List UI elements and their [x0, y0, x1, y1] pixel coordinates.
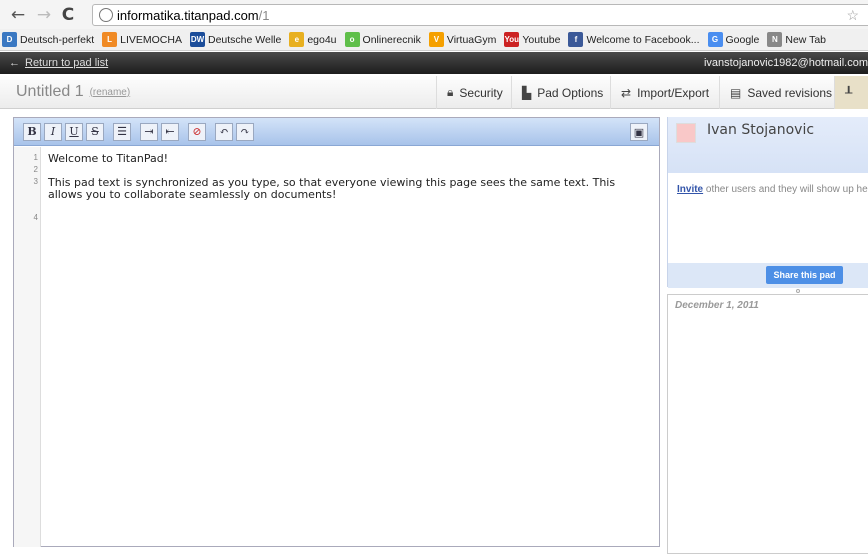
- invite-text: Invite other users and they will show up…: [677, 184, 868, 195]
- reload-icon[interactable]: C: [58, 5, 78, 25]
- line-number: 4: [33, 213, 38, 222]
- line-number: 2: [33, 165, 38, 174]
- users-panel: Ivan Stojanovic Invite other users and t…: [667, 117, 868, 288]
- back-arrow-icon[interactable]: ←: [8, 5, 28, 25]
- share-this-pad-button[interactable]: Share this pad: [766, 266, 843, 284]
- bookmarks-bar: D Deutsch-perfekt L LIVEMOCHA DW Deutsche Wel…: [0, 29, 868, 51]
- redo-icon[interactable]: ↷: [236, 122, 254, 141]
- bookmark-favicon-icon: V: [428, 32, 444, 47]
- globe-icon: [99, 8, 113, 22]
- bookmark-label: Onlinerecnik: [362, 33, 421, 46]
- forward-arrow-icon[interactable]: →: [34, 5, 54, 25]
- bookmark-label: Welcome to Facebook...: [586, 33, 700, 46]
- pad-options-button[interactable]: ▙ Pad Options: [511, 76, 613, 109]
- pad-title: Untitled 1: [16, 83, 84, 100]
- current-user-row: Ivan Stojanovic: [668, 117, 868, 173]
- security-label: Security: [459, 85, 503, 100]
- bookmark-favicon-icon: D: [2, 32, 17, 47]
- invite-link[interactable]: Invite: [677, 184, 703, 195]
- editor-line: [48, 201, 648, 213]
- line-number-gutter: 1 2 3 4: [14, 147, 41, 547]
- user-color-swatch[interactable]: [676, 123, 696, 143]
- import-export-button[interactable]: ⇄ Import/Export: [610, 76, 719, 109]
- document-icon: ▙: [522, 85, 532, 100]
- lock-icon: 🔒︎: [447, 85, 454, 99]
- bookmark-label: Google: [725, 33, 760, 46]
- import-export-label: Import/Export: [637, 85, 710, 100]
- bookmark-favicon-icon: f: [568, 32, 584, 47]
- pad-top-bar: ← Return to pad list ivanstojanovic1982@…: [0, 52, 868, 74]
- bookmark-item[interactable]: L LIVEMOCHA: [102, 32, 182, 47]
- bookmark-item[interactable]: D Deutsch-perfekt: [2, 32, 94, 47]
- chat-panel: December 1, 2011: [667, 294, 868, 554]
- bookmark-item[interactable]: e ego4u: [289, 32, 337, 47]
- pad-title-bar: Untitled 1 (rename) 🔒︎ Security ▙ Pad Op…: [0, 76, 868, 109]
- italic-button[interactable]: I: [44, 122, 62, 141]
- bookmark-label: ego4u: [307, 33, 337, 46]
- line-number: 1: [33, 153, 38, 162]
- indent-icon[interactable]: ⇥: [140, 122, 158, 141]
- bookmark-favicon-icon: G: [707, 32, 723, 47]
- saved-revisions-button[interactable]: ▤ Saved revisions: [719, 76, 842, 109]
- strikethrough-button[interactable]: S: [86, 122, 104, 141]
- bookmark-favicon-icon: You: [504, 32, 520, 47]
- undo-icon[interactable]: ↶: [215, 122, 233, 141]
- bookmark-favicon-icon: e: [289, 32, 305, 47]
- outdent-icon[interactable]: ⇤: [161, 122, 179, 141]
- swap-arrows-icon: ⇄: [621, 85, 632, 100]
- left-arrow-icon: ←: [9, 57, 20, 69]
- saved-revisions-label: Saved revisions: [747, 85, 833, 100]
- return-link-label: Return to pad list: [25, 57, 109, 69]
- underline-button[interactable]: U: [65, 122, 83, 141]
- bookmark-item[interactable]: o Onlinerecnik: [344, 32, 421, 47]
- bookmark-label: Deutsch-perfekt: [20, 33, 95, 46]
- bookmark-item[interactable]: V VirtuaGym: [428, 32, 497, 47]
- bookmark-label: Deutsche Welle: [207, 33, 282, 46]
- share-bar: Share this pad: [668, 263, 868, 288]
- line-number: 3: [33, 177, 38, 186]
- user-email: ivanstojanovic1982@hotmail.com: [703, 57, 868, 69]
- bookmark-label: LIVEMOCHA: [120, 33, 182, 46]
- editor-line: This pad text is synchronized as you typ…: [48, 176, 616, 201]
- invite-rest: other users and they will show up here.: [703, 184, 868, 195]
- timeslider-button[interactable]: ┸: [834, 76, 868, 109]
- security-button[interactable]: 🔒︎ Security: [436, 76, 513, 109]
- return-to-pad-list-link[interactable]: ← Return to pad list: [9, 57, 108, 69]
- bookmark-favicon-icon: DW: [189, 32, 205, 47]
- bookmark-label: New Tab: [785, 33, 827, 46]
- url-host: informatika.titanpad.com: [117, 7, 259, 23]
- pad-options-label: Pad Options: [537, 85, 604, 100]
- bookmark-item[interactable]: N New Tab: [767, 32, 826, 47]
- chat-date: December 1, 2011: [675, 300, 759, 311]
- bold-button[interactable]: B: [23, 122, 41, 141]
- clear-authorship-icon[interactable]: ⊘: [188, 122, 206, 141]
- bookmark-item[interactable]: You Youtube: [504, 32, 560, 47]
- bookmark-favicon-icon: o: [344, 32, 360, 47]
- editor-text-area[interactable]: Welcome to TitanPad! This pad text is sy…: [48, 153, 648, 213]
- timeslider-icon: ┸: [845, 85, 853, 100]
- editor-panel: B I U S ☰ ⇥ ⇤ ⊘ ↶ ↷ ▣ 1 2 3 4 Welcome to…: [13, 117, 660, 547]
- floppy-icon: ▤: [730, 85, 742, 100]
- url-path: /1: [258, 7, 270, 23]
- bullet-list-icon[interactable]: ☰: [113, 122, 131, 141]
- bookmark-item[interactable]: f Welcome to Facebook...: [568, 32, 700, 47]
- editor-toolbar: B I U S ☰ ⇥ ⇤ ⊘ ↶ ↷ ▣: [14, 118, 659, 146]
- star-icon[interactable]: ☆: [846, 7, 859, 24]
- rename-link[interactable]: (rename): [90, 87, 131, 98]
- address-bar[interactable]: informatika.titanpad.com/1 ☆: [92, 4, 868, 26]
- save-icon[interactable]: ▣: [630, 123, 648, 141]
- bookmark-item[interactable]: DW Deutsche Welle: [189, 32, 282, 47]
- user-name[interactable]: Ivan Stojanovic: [707, 122, 814, 138]
- bookmark-item[interactable]: G Google: [707, 32, 760, 47]
- browser-address-row: ← → C informatika.titanpad.com/1 ☆: [0, 0, 868, 29]
- bookmark-favicon-icon: N: [767, 32, 783, 47]
- bookmark-favicon-icon: L: [102, 32, 118, 47]
- editor-line: Welcome to TitanPad!: [48, 152, 169, 165]
- bookmark-label: Youtube: [522, 33, 561, 46]
- resize-grip-icon[interactable]: [796, 289, 800, 293]
- bookmark-label: VirtuaGym: [446, 33, 497, 46]
